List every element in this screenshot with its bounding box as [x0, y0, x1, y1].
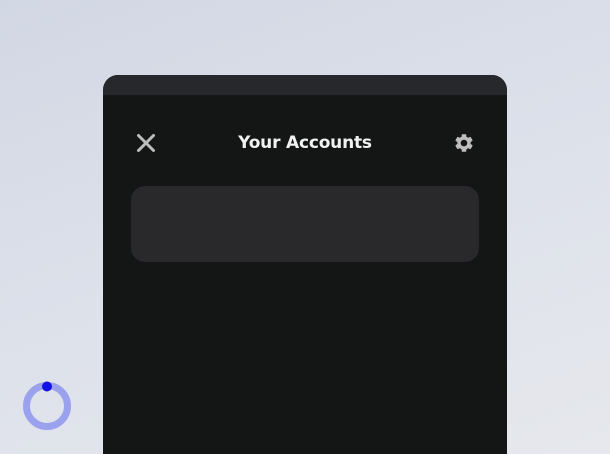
settings-button[interactable] — [451, 130, 477, 156]
accounts-panel: Your Accounts — [103, 75, 507, 454]
loading-spinner-icon — [23, 381, 71, 430]
account-card-placeholder[interactable] — [131, 186, 479, 262]
page-title: Your Accounts — [238, 133, 372, 153]
loading-spinner — [22, 381, 72, 431]
gear-icon — [455, 134, 473, 152]
panel-header: Your Accounts — [103, 95, 507, 191]
panel-top-strip — [103, 75, 507, 95]
